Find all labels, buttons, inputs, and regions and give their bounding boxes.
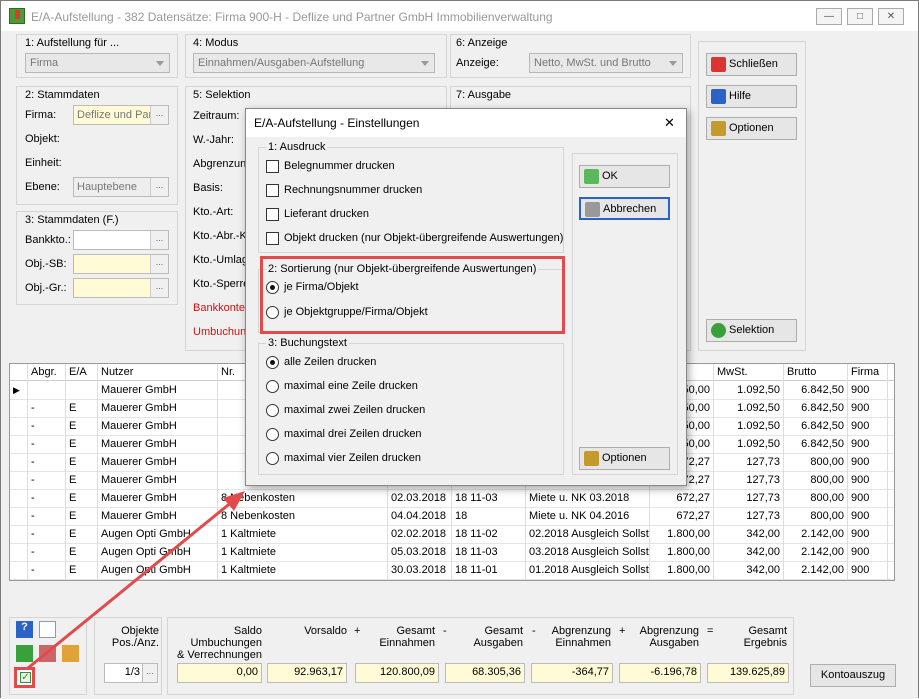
dialog-optionen-label: Optionen <box>602 452 647 464</box>
main-window: E/A-Aufstellung - 382 Datensätze: Firma … <box>0 0 919 699</box>
check-icon <box>584 169 599 184</box>
abbrechen-button[interactable]: Abbrechen <box>579 197 670 220</box>
ausdruck-label: 1: Ausdruck <box>266 141 328 153</box>
text-zwei-label: maximal zwei Zeilen drucken <box>284 404 426 416</box>
text-vier-radio[interactable] <box>266 452 279 465</box>
lieferant-label: Lieferant drucken <box>284 208 369 220</box>
buchungstext-label: 3: Buchungstext <box>266 337 349 349</box>
ok-button[interactable]: OK <box>579 165 670 188</box>
dialog-close-icon[interactable]: ✕ <box>664 115 675 131</box>
text-zwei-radio[interactable] <box>266 404 279 417</box>
text-alle-label: alle Zeilen drucken <box>284 356 377 368</box>
text-drei-label: maximal drei Zeilen drucken <box>284 428 422 440</box>
rechnungsnummer-label: Rechnungsnummer drucken <box>284 184 423 196</box>
cancel-icon <box>585 202 600 217</box>
text-eine-radio[interactable] <box>266 380 279 393</box>
settings-dialog: E/A-Aufstellung - Einstellungen ✕ 1: Aus… <box>245 108 687 486</box>
objekt-checkbox[interactable] <box>266 232 279 245</box>
highlight-box <box>260 256 565 334</box>
ok-label: OK <box>602 170 618 182</box>
text-vier-label: maximal vier Zeilen drucken <box>284 452 421 464</box>
rechnungsnummer-checkbox[interactable] <box>266 184 279 197</box>
abbrechen-label: Abbrechen <box>603 203 657 215</box>
text-drei-radio[interactable] <box>266 428 279 441</box>
lieferant-checkbox[interactable] <box>266 208 279 221</box>
belegnummer-label: Belegnummer drucken <box>284 160 395 172</box>
text-eine-label: maximal eine Zeile drucken <box>284 380 418 392</box>
objekt-drucken-label: Objekt drucken (nur Objekt-übergreifende… <box>284 232 564 244</box>
dialog-title: E/A-Aufstellung - Einstellungen <box>246 109 686 137</box>
dialog-optionen-button[interactable]: Optionen <box>579 447 670 470</box>
text-alle-radio[interactable] <box>266 356 279 369</box>
options-icon <box>584 451 599 466</box>
belegnummer-checkbox[interactable] <box>266 160 279 173</box>
